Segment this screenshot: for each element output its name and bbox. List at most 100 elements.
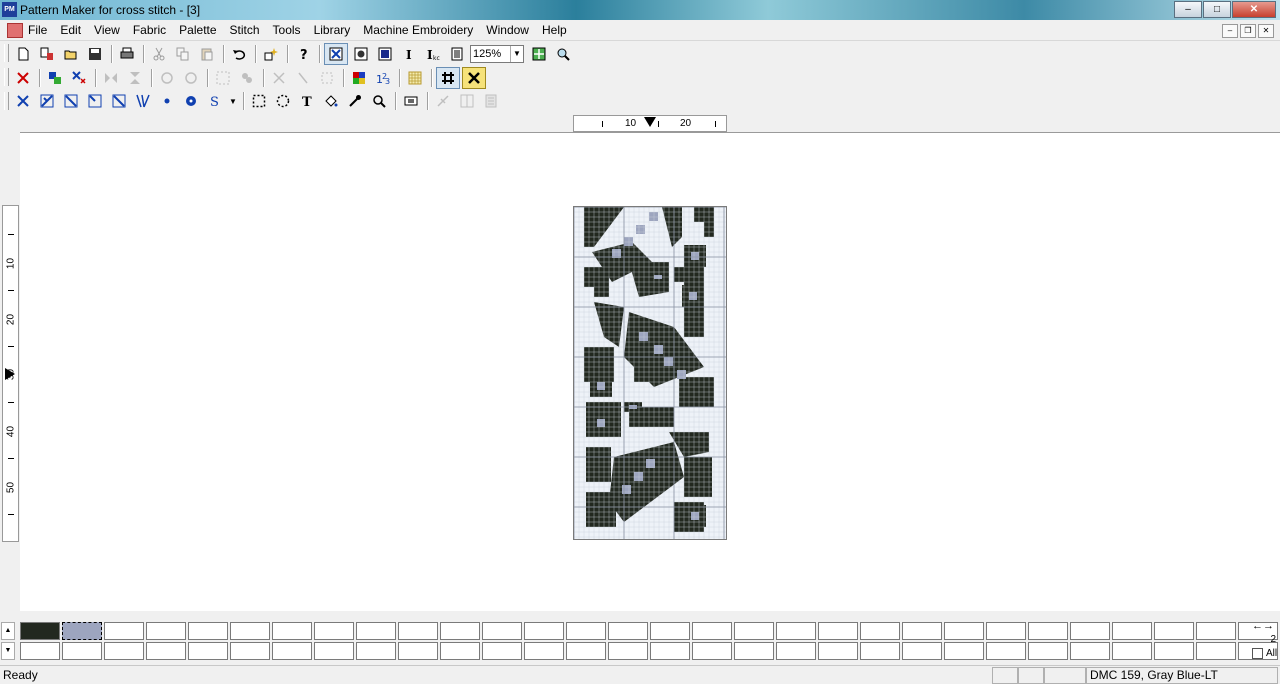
menu-edit[interactable]: Edit [60,23,81,37]
motif-icon[interactable] [400,91,422,111]
font-icon[interactable]: Ikc [422,44,444,64]
document-icon[interactable] [7,23,23,38]
select-box-icon[interactable] [316,68,338,88]
palette-swatch[interactable] [818,622,858,640]
flip-vertical-icon[interactable] [124,68,146,88]
quarter-stitch-icon[interactable] [84,91,106,111]
palette-swatch[interactable] [62,622,102,640]
menu-palette[interactable]: Palette [179,23,216,37]
palette-swatch[interactable] [650,622,690,640]
palette-swatch[interactable] [860,642,900,660]
palette-swatch[interactable] [62,642,102,660]
palette-swatch[interactable] [1070,622,1110,640]
eyedropper-icon[interactable] [344,91,366,111]
palette-swatch[interactable] [692,642,732,660]
flip-horizontal-icon[interactable] [100,68,122,88]
color-palette-icon[interactable] [348,68,370,88]
magnifier-icon[interactable] [368,91,390,111]
palette-swatch[interactable] [1196,642,1236,660]
fill-bucket-icon[interactable] [320,91,342,111]
menu-window[interactable]: Window [486,23,529,37]
palette-swatch[interactable] [104,642,144,660]
palette-swatch[interactable] [20,622,60,640]
palette-swatch[interactable] [314,642,354,660]
palette-swatch[interactable] [776,642,816,660]
palette-swatch[interactable] [230,642,270,660]
menu-view[interactable]: View [94,23,120,37]
backstitch-remove-icon[interactable] [292,68,314,88]
palette-swatch[interactable] [20,642,60,660]
palette-swatch[interactable] [146,642,186,660]
zoom-icon[interactable] [552,44,574,64]
paste-icon[interactable] [196,44,218,64]
cut-icon[interactable] [148,44,170,64]
select-stitches-icon[interactable] [212,68,234,88]
fill-area-icon[interactable] [236,68,258,88]
menu-help[interactable]: Help [542,23,567,37]
save-icon[interactable] [84,44,106,64]
palette-swatch[interactable] [398,642,438,660]
remove-stitches-icon[interactable] [268,68,290,88]
pattern-grid[interactable] [573,206,726,539]
palette-swatch[interactable] [398,622,438,640]
edit-backstitch-icon[interactable] [432,91,454,111]
child-close-button[interactable]: ✕ [1258,24,1274,38]
specialty-stitch-icon[interactable]: S [204,91,226,111]
palette-swatch[interactable] [146,622,186,640]
palette-swatch[interactable] [734,622,774,640]
palette-swatch[interactable] [902,642,942,660]
palette-swatch[interactable] [356,642,396,660]
menu-library[interactable]: Library [314,23,351,37]
palette-swatch[interactable] [440,642,480,660]
palette-swatch[interactable] [986,622,1026,640]
print-icon[interactable] [116,44,138,64]
half-stitch-icon[interactable] [60,91,82,111]
scroll-down-icon[interactable]: ▼ [1,642,15,660]
chevron-down-icon[interactable]: ▼ [228,91,238,111]
chevron-down-icon[interactable]: ▼ [510,46,523,62]
palette-swatch[interactable] [944,642,984,660]
select-lasso-icon[interactable] [272,91,294,111]
page-view-icon[interactable] [446,44,468,64]
palette-arrows-icon[interactable]: ←→ [1252,620,1274,632]
cross-stitch-icon[interactable] [462,67,486,89]
palette-swatch[interactable] [272,622,312,640]
palette-swatch[interactable] [524,642,564,660]
copy-icon[interactable] [172,44,194,64]
palette-swatch[interactable] [1070,642,1110,660]
palette-swatch[interactable] [692,622,732,640]
palette-swatch[interactable] [566,642,606,660]
palette-swatch[interactable] [1028,642,1068,660]
palette-swatch[interactable] [1154,622,1194,640]
palette-swatch[interactable] [650,642,690,660]
petite-stitch-icon[interactable] [108,91,130,111]
new-icon[interactable] [12,44,34,64]
minimize-button[interactable]: – [1174,1,1202,18]
palette-swatch[interactable] [608,622,648,640]
stitch-replace-icon[interactable] [68,68,90,88]
rotate-right-icon[interactable] [180,68,202,88]
palette-swatch[interactable] [1112,642,1152,660]
palette-swatch[interactable] [608,642,648,660]
palette-swatch[interactable] [104,622,144,640]
palette-swatch[interactable] [1028,622,1068,640]
split-view-icon[interactable] [456,91,478,111]
child-restore-button[interactable]: ❐ [1240,24,1256,38]
menu-fabric[interactable]: Fabric [133,23,166,37]
grid-icon[interactable] [436,67,460,89]
close-button[interactable]: ✕ [1232,1,1276,18]
three-quarter-stitch-icon[interactable] [36,91,58,111]
palette-swatch[interactable] [902,622,942,640]
palette-swatch[interactable] [482,642,522,660]
palette-swatch[interactable] [188,622,228,640]
palette-swatch[interactable] [734,642,774,660]
help-icon[interactable]: ? [292,44,314,64]
palette-swatch[interactable] [1196,622,1236,640]
palette-swatch[interactable] [440,622,480,640]
palette-swatch[interactable] [566,622,606,640]
french-knot-icon[interactable] [156,91,178,111]
palette-swatch[interactable] [356,622,396,640]
undo-icon[interactable] [228,44,250,64]
palette-swatch[interactable] [860,622,900,640]
palette-swatch[interactable] [524,622,564,640]
